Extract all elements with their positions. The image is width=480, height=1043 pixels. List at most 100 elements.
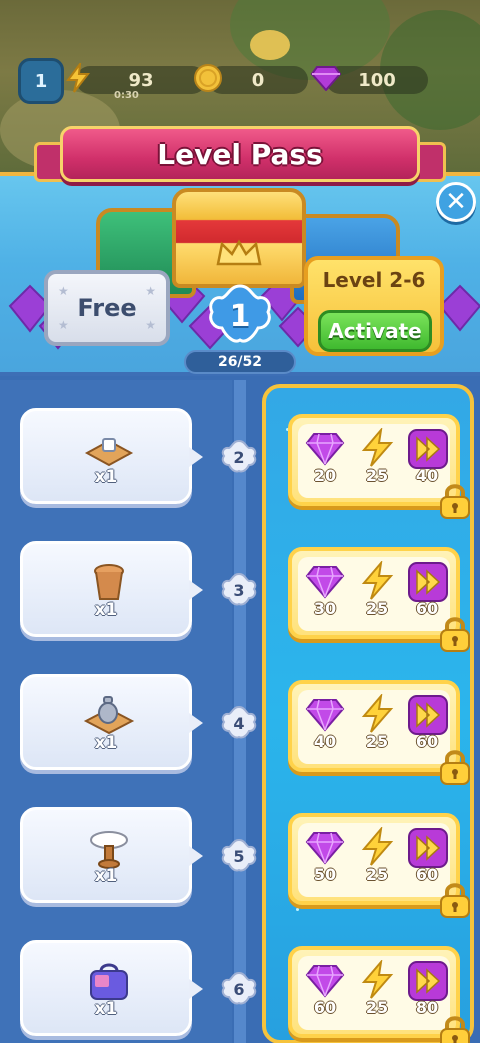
coffee-tray-icon	[81, 427, 137, 471]
lock-icon	[438, 748, 472, 786]
lightning-icon	[357, 825, 397, 867]
energy-reward: 25	[354, 692, 400, 760]
card-notch	[189, 580, 203, 600]
gem-reward: 60	[302, 960, 348, 1026]
premium-reward-inner: 50 25 60	[298, 823, 450, 897]
fast-forward-icon	[407, 561, 448, 602]
gold-chest-icon	[172, 188, 306, 288]
fast-forward-icon	[407, 960, 448, 1001]
pass-progress-text: 26/52	[217, 354, 263, 370]
reward-row: x1 5 50 25 60	[0, 799, 480, 919]
free-reward-quantity: x1	[94, 733, 118, 753]
reward-row: x1 4 40 25 60	[0, 666, 480, 786]
free-reward-card[interactable]: x1	[20, 674, 203, 770]
coin-icon	[192, 62, 224, 94]
stool-icon	[81, 560, 137, 604]
free-reward-card[interactable]: x1	[20, 408, 203, 504]
energy-reward-amount: 25	[365, 998, 389, 1017]
lightning-icon	[357, 559, 397, 601]
handbag-icon	[81, 959, 137, 1003]
free-reward-card[interactable]: x1	[20, 541, 203, 637]
energy-reward: 25	[354, 958, 400, 1026]
fast-forward-icon	[407, 827, 448, 868]
gem-reward-amount: 20	[313, 466, 337, 485]
level-badge: 3	[220, 571, 258, 609]
free-track-ticket: ★ ★ ★ ★ Free	[44, 270, 170, 346]
energy-reward-amount: 25	[365, 732, 389, 751]
card-notch	[189, 713, 203, 733]
coin-value: 0	[251, 69, 265, 91]
premium-reward-card[interactable]: 20 25 40	[288, 414, 470, 519]
free-reward-card[interactable]: x1	[20, 807, 203, 903]
activate-button[interactable]: Activate	[318, 310, 432, 352]
player-level-value: 1	[34, 70, 48, 92]
level-badge: 5	[220, 837, 258, 875]
gem-icon	[305, 960, 345, 1000]
lock-icon	[438, 881, 472, 919]
gem-reward: 40	[302, 694, 348, 760]
energy-value: 93	[128, 69, 154, 91]
pass-level-range: Level 2-6	[322, 268, 426, 292]
lock-icon	[438, 482, 472, 520]
banner-ribbon: Level Pass	[60, 126, 420, 182]
level-badge: 2	[220, 438, 258, 476]
reward-row: x1 2 20 25 40	[0, 400, 480, 520]
fast-forward-icon	[407, 428, 448, 469]
premium-reward-inner: 40 25 60	[298, 690, 450, 764]
star-icon: ★	[58, 284, 69, 298]
energy-reward: 25	[354, 559, 400, 627]
level-number: 3	[233, 580, 245, 600]
premium-reward-inner: 60 25 80	[298, 956, 450, 1030]
free-reward-quantity: x1	[94, 999, 118, 1019]
gem-reward: 20	[302, 428, 348, 494]
free-track-label: Free	[77, 294, 137, 322]
free-reward-quantity: x1	[94, 600, 118, 620]
gem-reward-amount: 30	[313, 599, 337, 618]
gem-reward: 30	[302, 561, 348, 627]
card-notch	[189, 447, 203, 467]
close-icon: ✕	[445, 187, 467, 217]
energy-reward-amount: 25	[365, 865, 389, 884]
premium-reward-card[interactable]: 30 25 60	[288, 547, 470, 652]
premium-reward-card[interactable]: 50 25 60	[288, 813, 470, 918]
plate-stand-icon	[81, 826, 137, 870]
level-number: 6	[233, 979, 245, 999]
gem-icon	[305, 827, 345, 867]
pass-progress: 26/52	[184, 350, 296, 374]
level-badge: 6	[220, 970, 258, 1008]
crown-icon	[216, 239, 262, 266]
energy-timer: 0:30	[114, 90, 139, 101]
player-level-badge[interactable]: 1	[18, 58, 64, 104]
gem-value: 100	[358, 69, 396, 91]
free-reward-quantity: x1	[94, 467, 118, 487]
premium-reward-inner: 30 25 60	[298, 557, 450, 631]
page-title: Level Pass	[157, 137, 323, 171]
star-icon: ★	[145, 284, 156, 298]
gem-icon	[305, 694, 345, 734]
gem-icon	[310, 62, 342, 94]
level-number: 4	[233, 713, 245, 733]
lightning-icon	[62, 62, 94, 94]
free-reward-card[interactable]: x1	[20, 940, 203, 1036]
level-number: 5	[233, 846, 245, 866]
premium-reward-inner: 20 25 40	[298, 424, 450, 498]
close-button[interactable]: ✕	[436, 182, 476, 222]
resource-bar: 1 93 0:30 0 100	[10, 56, 480, 106]
free-reward-quantity: x1	[94, 866, 118, 886]
energy-reward: 25	[354, 426, 400, 494]
card-notch	[189, 846, 203, 866]
energy-counter[interactable]: 93	[76, 66, 206, 94]
lightning-icon	[357, 692, 397, 734]
lightning-icon	[357, 426, 397, 468]
premium-reward-card[interactable]: 40 25 60	[288, 680, 470, 785]
gem-reward-amount: 60	[313, 998, 337, 1017]
level-badge: 4	[220, 704, 258, 742]
level-number: 2	[233, 447, 245, 467]
lock-icon	[438, 615, 472, 653]
current-level-value: 1	[229, 298, 251, 334]
lock-icon	[438, 1014, 472, 1043]
energy-reward-amount: 25	[365, 466, 389, 485]
star-icon: ★	[58, 318, 69, 332]
activate-label: Activate	[328, 319, 422, 343]
premium-reward-card[interactable]: 60 25 80	[288, 946, 470, 1043]
